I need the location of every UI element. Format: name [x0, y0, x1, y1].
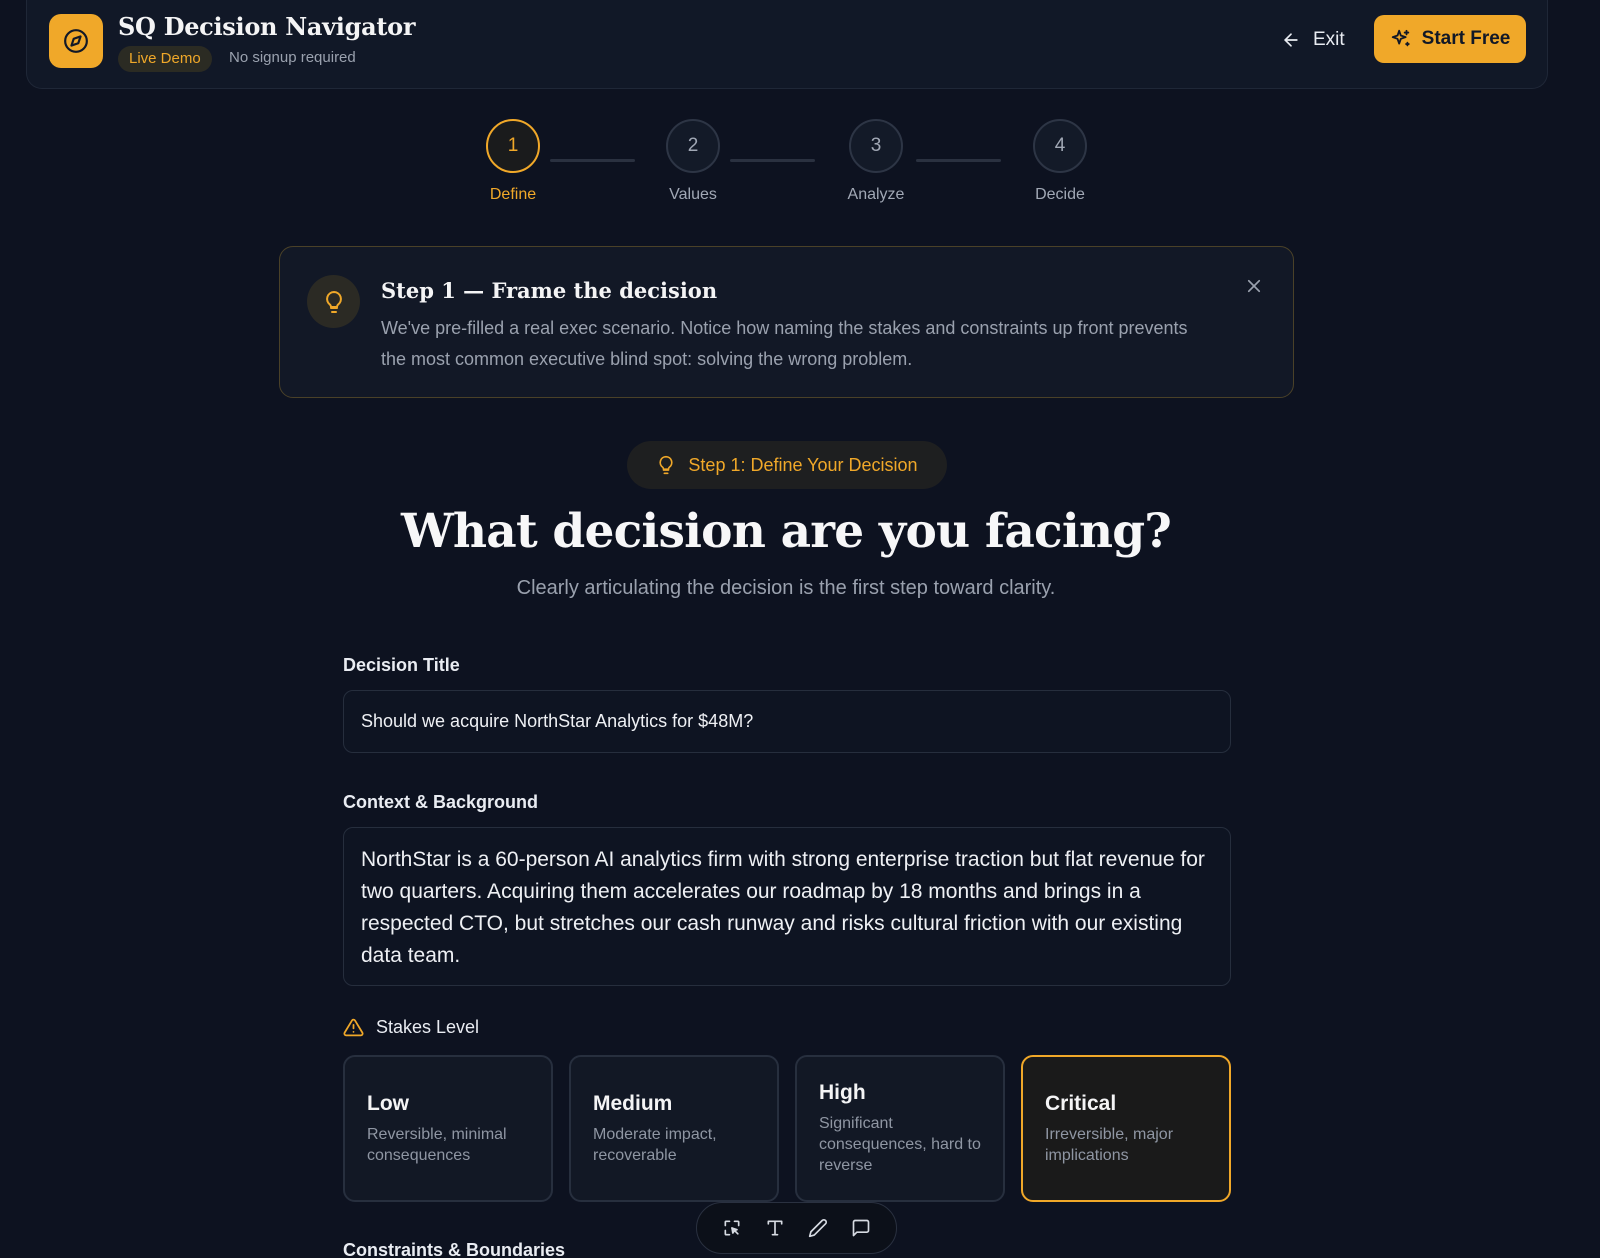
stake-description: Significant consequences, hard to revers…: [819, 1115, 981, 1174]
stake-card-high[interactable]: High Significant consequences, hard to r…: [795, 1055, 1005, 1202]
step-number: 3: [849, 119, 903, 173]
constraints-label: Constraints & Boundaries: [343, 1240, 566, 1258]
tip-text: We've pre-filled a real exec scenario. N…: [381, 318, 1188, 369]
step-decide[interactable]: 4 Decide: [1005, 119, 1115, 209]
stake-name: High: [819, 1081, 866, 1104]
step-label: Define: [489, 186, 537, 203]
stakes-level-label: Stakes Level: [343, 1017, 479, 1038]
step-number: 1: [486, 119, 540, 173]
comment-tool-button[interactable]: [846, 1213, 876, 1243]
exit-label: Exit: [1313, 29, 1345, 50]
step-label: Values: [669, 186, 717, 203]
comment-icon: [852, 1219, 869, 1237]
step-label: Analyze: [847, 186, 905, 203]
stake-card-low[interactable]: Low Reversible, minimal consequences: [343, 1055, 553, 1202]
page-title: What decision are you facing?: [400, 504, 1172, 559]
compass-icon: [64, 29, 88, 53]
step-label: Decide: [1035, 186, 1085, 203]
step-analyze[interactable]: 3 Analyze: [821, 119, 931, 209]
page-subtitle: Clearly articulating the decision is the…: [516, 577, 1056, 599]
tip-title: Step 1 — Frame the decision: [381, 278, 718, 303]
tip-icon-wrapper: [307, 275, 360, 328]
pencil-icon: [808, 1219, 827, 1238]
logo: [49, 14, 103, 68]
stake-name: Critical: [1045, 1091, 1117, 1115]
step-number: 2: [666, 119, 720, 173]
arrow-left-icon: [1284, 33, 1298, 47]
select-tool-button[interactable]: [717, 1213, 747, 1243]
pen-tool-button[interactable]: [803, 1213, 833, 1243]
stake-name: Low: [367, 1091, 409, 1115]
start-free-button[interactable]: Start Free: [1374, 15, 1526, 63]
close-icon: [1247, 279, 1261, 293]
floating-toolbar: [696, 1202, 897, 1254]
start-free-label: Start Free: [1421, 28, 1511, 49]
select-icon: [724, 1220, 740, 1236]
step-pill-label: Step 1: Define Your Decision: [688, 454, 918, 475]
text-tool-button[interactable]: [760, 1213, 790, 1243]
stake-description: Moderate impact, recoverable: [593, 1125, 717, 1164]
context-label: Context & Background: [343, 792, 539, 812]
step-number: 4: [1033, 119, 1087, 173]
step-define[interactable]: 1 Define: [458, 119, 568, 209]
no-signup-text: No signup required: [229, 49, 356, 66]
text-icon: [767, 1220, 783, 1236]
tip-callout: Step 1 — Frame the decision We've pre-fi…: [279, 246, 1294, 398]
stake-name: Medium: [593, 1091, 673, 1115]
lightbulb-icon: [325, 290, 342, 313]
stake-card-medium[interactable]: Medium Moderate impact, recoverable: [569, 1055, 779, 1202]
close-button[interactable]: [1241, 273, 1267, 299]
decision-title-label: Decision Title: [343, 655, 460, 675]
app-header: SQ Decision Navigator Live Demo No signu…: [26, 0, 1548, 89]
exit-button[interactable]: Exit: [1281, 25, 1345, 55]
stake-description: Irreversible, major implications: [1045, 1125, 1174, 1164]
step-pill: Step 1: Define Your Decision: [627, 441, 947, 489]
live-demo-badge: Live Demo: [118, 46, 212, 72]
stake-description: Reversible, minimal consequences: [367, 1125, 507, 1164]
stake-card-critical[interactable]: Critical Irreversible, major implication…: [1021, 1055, 1231, 1202]
warning-icon: [343, 1018, 364, 1037]
stakes-level-text: Stakes Level: [376, 1017, 480, 1037]
app-title: SQ Decision Navigator: [118, 12, 416, 41]
context-textarea[interactable]: NorthStar is a 60-person AI analytics fi…: [343, 827, 1231, 986]
lightbulb-icon: [659, 455, 674, 475]
decision-title-input[interactable]: Should we acquire NorthStar Analytics fo…: [343, 690, 1231, 753]
step-values[interactable]: 2 Values: [638, 119, 748, 209]
sparkles-icon: [1391, 29, 1410, 47]
